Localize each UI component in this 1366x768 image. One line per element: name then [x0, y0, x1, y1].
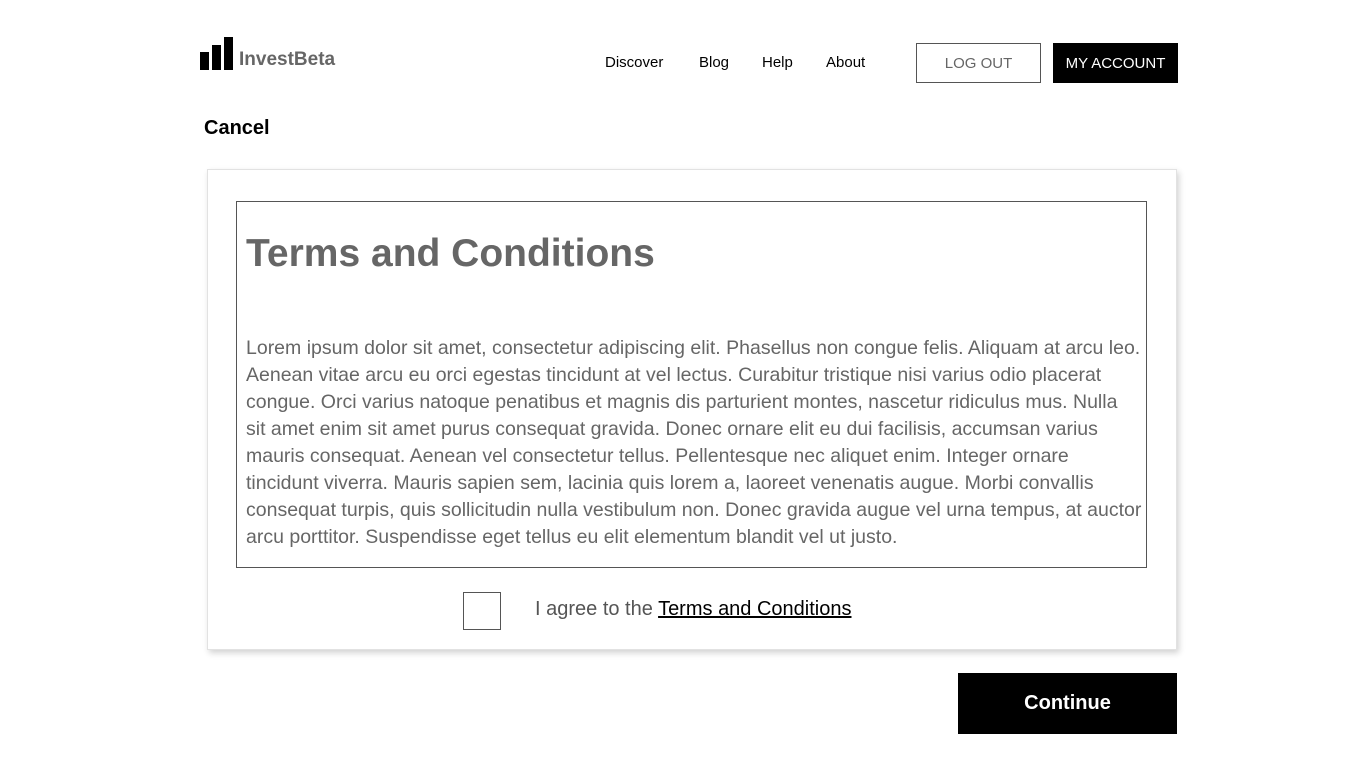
logo-text: InvestBeta — [239, 49, 336, 70]
nav-about[interactable]: About — [826, 54, 865, 71]
nav-blog[interactable]: Blog — [699, 54, 729, 71]
agree-label: I agree to the Terms and Conditions — [535, 598, 852, 621]
terms-link[interactable]: Terms and Conditions — [658, 598, 851, 620]
terms-card: Terms and Conditions Lorem ipsum dolor s… — [207, 169, 1177, 650]
logout-button[interactable]: LOG OUT — [916, 43, 1041, 83]
cancel-link[interactable]: Cancel — [204, 117, 270, 140]
agree-label-prefix: I agree to the — [535, 598, 659, 620]
bar-chart-logo-icon — [200, 37, 236, 70]
page: InvestBeta Discover Blog Help About LOG … — [0, 0, 1366, 768]
agree-checkbox[interactable] — [463, 592, 501, 630]
nav-discover[interactable]: Discover — [605, 54, 663, 71]
my-account-button[interactable]: MY ACCOUNT — [1053, 43, 1178, 83]
logo[interactable]: InvestBeta — [200, 36, 335, 70]
continue-button[interactable]: Continue — [958, 673, 1177, 734]
terms-scroll-box[interactable]: Terms and Conditions Lorem ipsum dolor s… — [236, 201, 1147, 568]
nav-help[interactable]: Help — [762, 54, 793, 71]
terms-body: Lorem ipsum dolor sit amet, consectetur … — [246, 337, 1142, 548]
terms-title: Terms and Conditions — [246, 232, 655, 275]
